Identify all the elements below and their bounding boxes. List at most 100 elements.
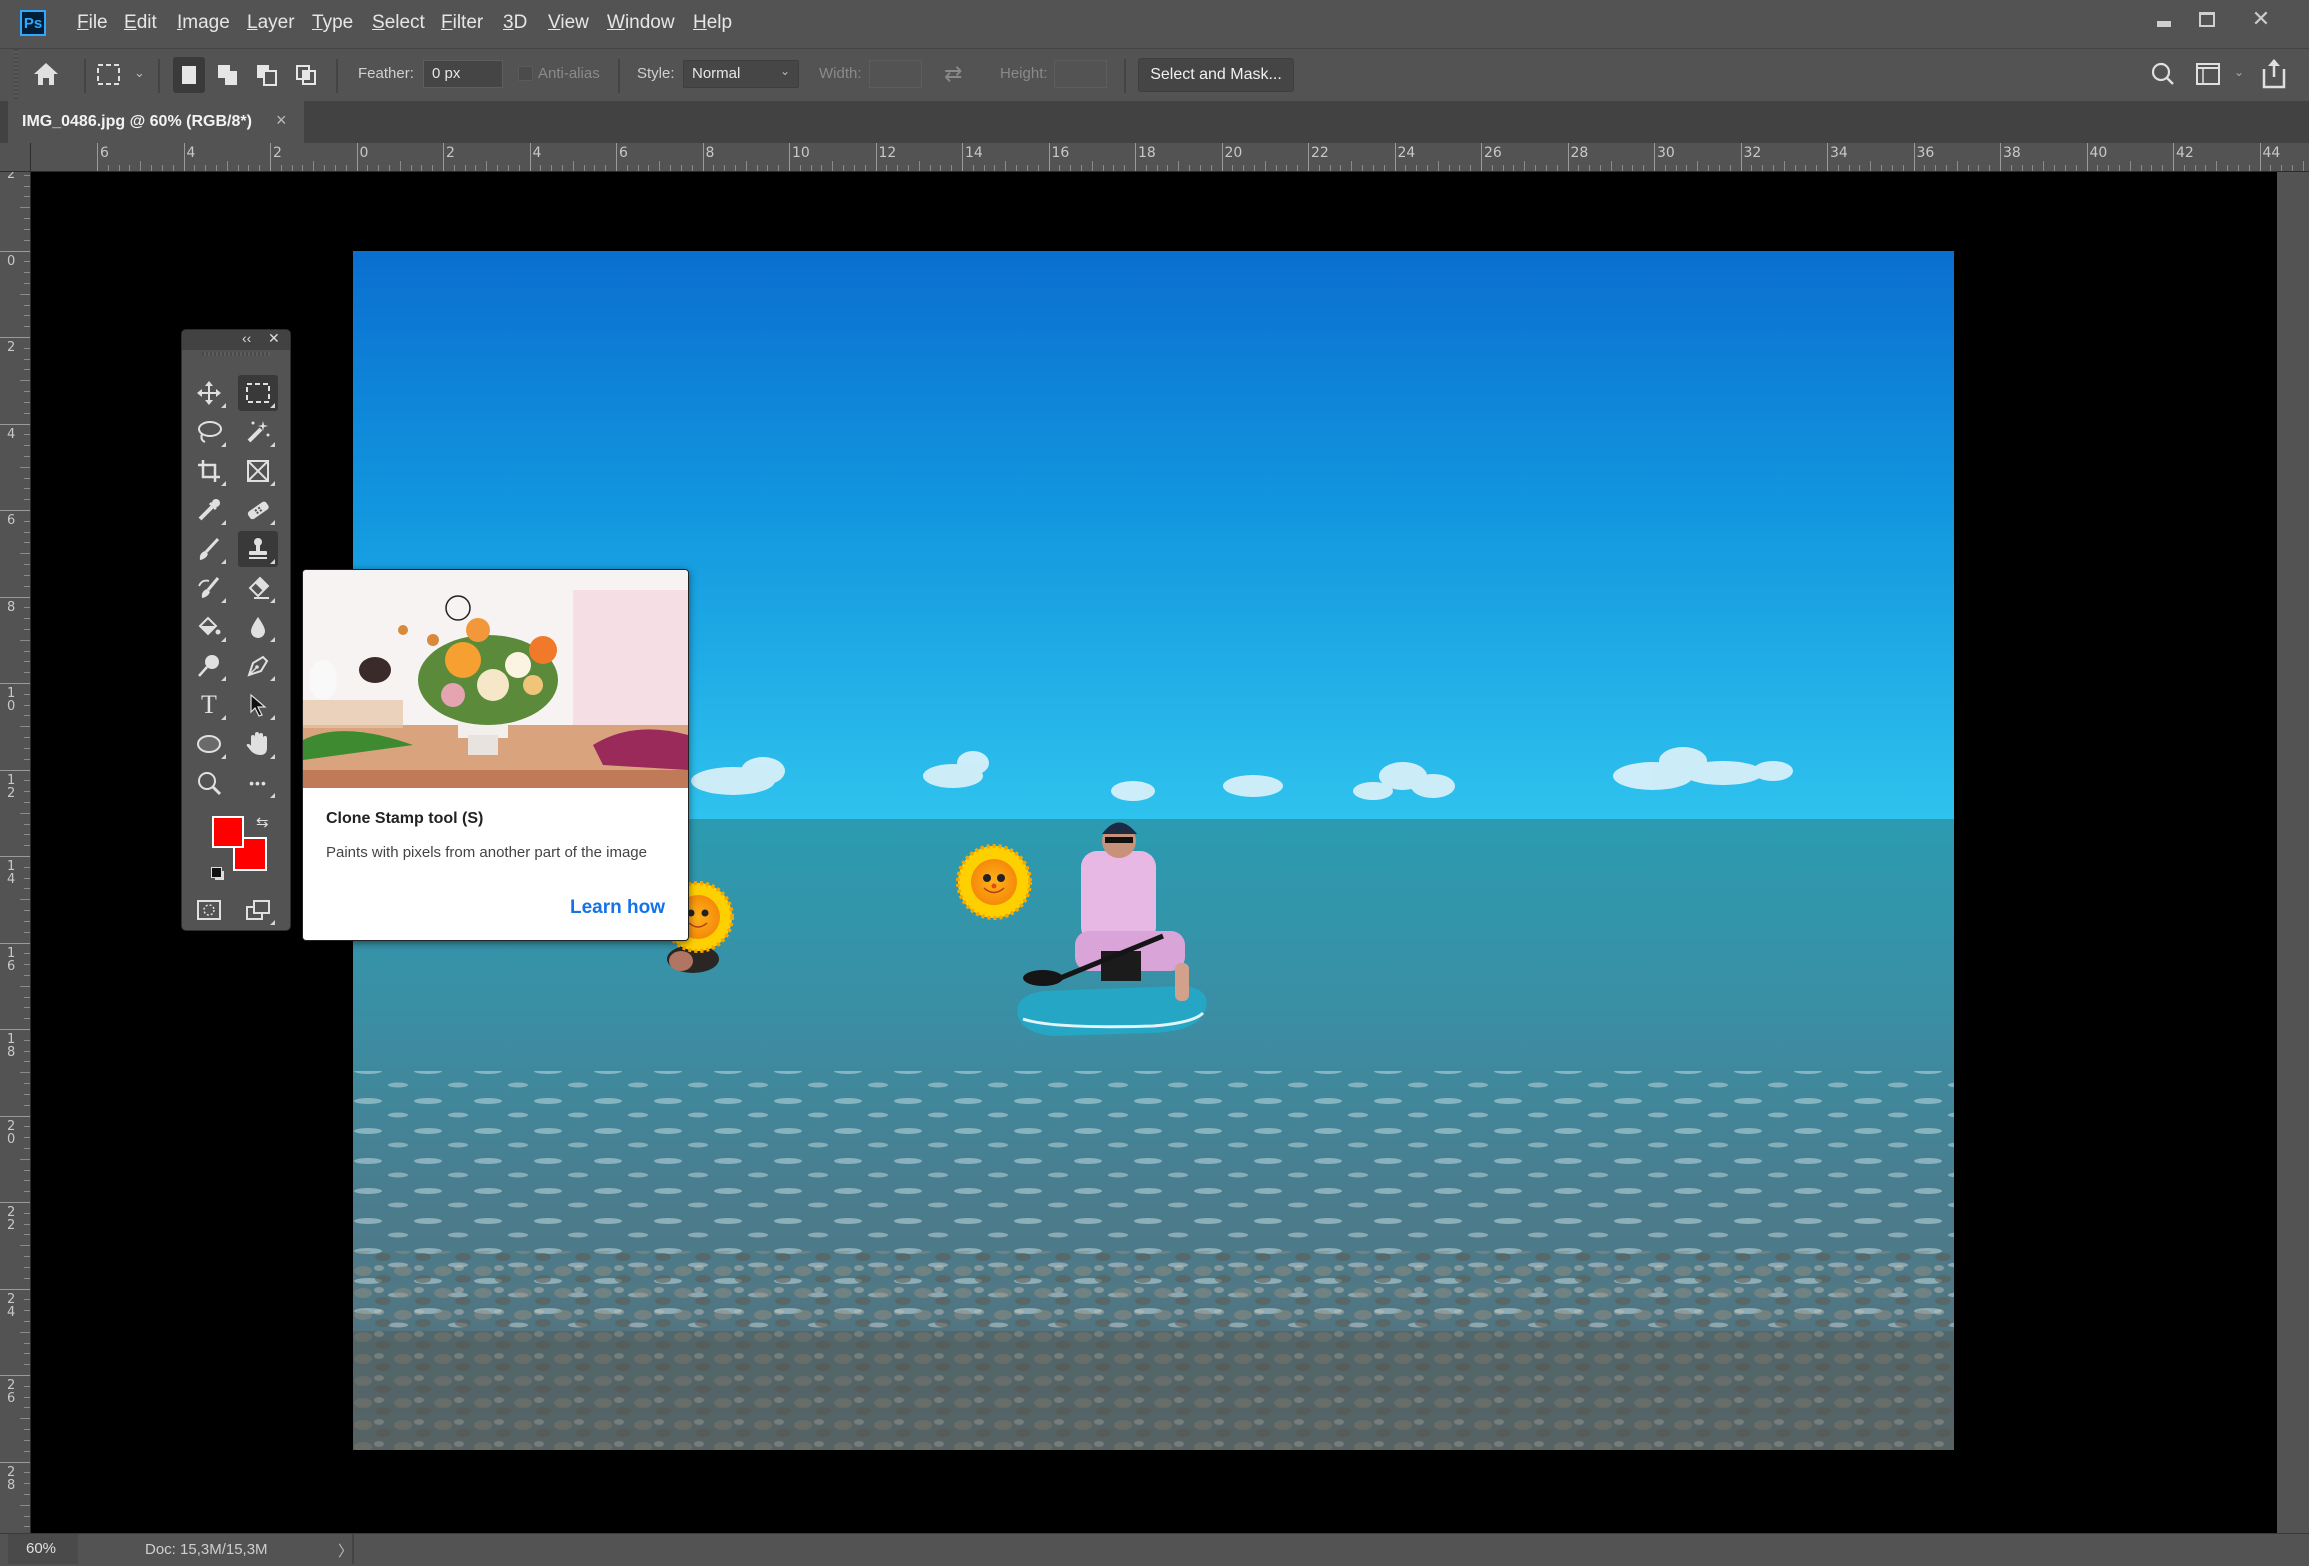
chevron-down-icon[interactable]: ⌄	[2234, 65, 2244, 79]
menu-edit[interactable]: Edit	[124, 12, 157, 34]
menu-layer[interactable]: Layer	[247, 12, 295, 34]
options-bar-grip[interactable]	[14, 49, 18, 99]
vertical-scrollbar[interactable]	[2277, 172, 2309, 1533]
move-tool[interactable]	[189, 375, 229, 411]
ruler-horizontal[interactable]: 6 4 2 0 2 4 6 8 10 12 14 16 18 20 22 24 26 28 30 32 34 36 38 40…	[0, 143, 2309, 172]
ruler-minor-tick	[475, 165, 477, 171]
search-button[interactable]	[2150, 61, 2178, 89]
ruler-minor-tick	[24, 1407, 30, 1409]
chevron-down-icon[interactable]: ⌄	[134, 65, 145, 81]
collapse-panel-icon[interactable]: ‹‹	[242, 330, 251, 346]
type-tool[interactable]: T	[189, 687, 229, 723]
ruler-label: 26	[7, 1378, 16, 1406]
ruler-minor-tick	[20, 726, 30, 728]
home-button[interactable]	[32, 61, 62, 89]
intersect-with-selection-icon	[296, 65, 316, 85]
minimize-button[interactable]	[2143, 4, 2185, 34]
ruler-minor-tick	[24, 1007, 30, 1009]
ruler-minor-tick	[20, 293, 30, 295]
lasso-tool[interactable]	[189, 414, 229, 450]
quick-mask-button[interactable]	[189, 892, 229, 928]
anti-alias-checkbox[interactable]	[518, 66, 533, 81]
add-to-selection-button[interactable]	[212, 57, 244, 93]
width-input[interactable]	[869, 60, 922, 88]
ruler-label: 22	[7, 1205, 16, 1233]
crop-tool[interactable]	[189, 453, 229, 489]
menu-filter[interactable]: Filter	[441, 12, 483, 34]
subtract-from-selection-button[interactable]	[251, 57, 283, 93]
frame-tool[interactable]	[238, 453, 278, 489]
height-input[interactable]	[1054, 60, 1107, 88]
tab-close-icon[interactable]: ×	[276, 110, 287, 131]
select-and-mask-button[interactable]: Select and Mask...	[1138, 58, 1294, 92]
history-brush-tool[interactable]	[189, 570, 229, 606]
document-tab[interactable]: IMG_0486.jpg @ 60% (RGB/8*) ×	[8, 101, 304, 143]
ruler-minor-tick	[2302, 161, 2304, 171]
zoom-tool[interactable]	[189, 765, 229, 801]
menu-image[interactable]: Image	[177, 12, 230, 34]
ruler-minor-tick	[1664, 165, 1666, 171]
share-button[interactable]	[2260, 57, 2290, 91]
menu-type[interactable]: Type	[312, 12, 353, 34]
ruler-vertical[interactable]: 20246810121416182022242628	[0, 171, 31, 1534]
eyedropper-tool[interactable]	[189, 492, 229, 528]
ruler-label: 42	[2176, 145, 2194, 161]
maximize-icon	[2199, 11, 2215, 27]
edit-toolbar-button[interactable]: •••	[238, 765, 278, 801]
default-colors-button[interactable]	[211, 867, 225, 881]
close-panel-icon[interactable]: ✕	[268, 330, 280, 347]
brush-tool[interactable]	[189, 531, 229, 567]
learn-how-link[interactable]: Learn how	[570, 897, 665, 919]
document-size-info[interactable]: Doc: 15,3M/15,3M	[145, 1541, 268, 1558]
zoom-level-field[interactable]: 60%	[8, 1534, 78, 1564]
maximize-button[interactable]	[2186, 4, 2228, 34]
ruler-minor-tick	[1945, 165, 1947, 171]
ellipse-tool[interactable]	[189, 726, 229, 762]
clone-stamp-tool[interactable]	[238, 531, 278, 567]
ruler-minor-tick	[24, 1439, 30, 1441]
clone-stamp-tooltip: Clone Stamp tool (S) Paints with pixels …	[302, 569, 689, 941]
menu-file[interactable]: File	[77, 12, 108, 34]
ruler-minor-tick	[1632, 165, 1634, 171]
foreground-color-swatch[interactable]	[212, 816, 244, 848]
status-bar: 60% Doc: 15,3M/15,3M 〉	[0, 1533, 2309, 1566]
paint-bucket-tool[interactable]	[189, 609, 229, 645]
tools-panel-grip[interactable]	[202, 352, 270, 356]
move-icon	[197, 381, 221, 405]
eraser-tool[interactable]	[238, 570, 278, 606]
status-expand-icon[interactable]: 〉	[338, 1540, 353, 1561]
ruler-minor-tick	[1902, 165, 1904, 171]
intersect-with-selection-button[interactable]	[290, 57, 322, 93]
menu-select[interactable]: Select	[372, 12, 425, 34]
hand-tool[interactable]	[238, 726, 278, 762]
rectangular-marquee-tool[interactable]	[238, 375, 278, 411]
pen-tool[interactable]	[238, 648, 278, 684]
blur-tool[interactable]	[238, 609, 278, 645]
menu-help[interactable]: Help	[693, 12, 732, 34]
ruler-minor-tick	[24, 996, 30, 998]
tool-preset-picker[interactable]	[96, 63, 124, 89]
menu-window[interactable]: Window	[607, 12, 675, 34]
close-window-button[interactable]: ✕	[2240, 4, 2282, 34]
swap-arrows-icon[interactable]: ⇄	[944, 61, 962, 87]
ruler-major-tick	[270, 143, 271, 171]
style-select[interactable]: Normal ⌄	[683, 60, 799, 88]
new-selection-button[interactable]	[173, 57, 205, 93]
ruler-label: 0	[7, 253, 16, 269]
workspace-button[interactable]	[2195, 61, 2223, 89]
ruler-label: 26	[1484, 145, 1502, 161]
path-selection-tool[interactable]	[238, 687, 278, 723]
ruler-origin[interactable]	[0, 143, 31, 172]
spot-healing-brush-tool[interactable]	[238, 492, 278, 528]
ruler-minor-tick	[1362, 165, 1364, 171]
swap-colors-icon[interactable]: ⇆	[256, 813, 269, 831]
ruler-minor-tick	[24, 834, 30, 836]
ruler-minor-tick	[2129, 161, 2131, 171]
dodge-tool[interactable]	[189, 648, 229, 684]
menu-view[interactable]: View	[548, 12, 589, 34]
menu-3d[interactable]: 3D	[503, 12, 527, 34]
tools-panel-header[interactable]: ‹‹ ✕	[182, 330, 290, 350]
magic-wand-tool[interactable]	[238, 414, 278, 450]
screen-mode-button[interactable]	[238, 892, 278, 928]
feather-input[interactable]: 0 px	[423, 60, 503, 88]
